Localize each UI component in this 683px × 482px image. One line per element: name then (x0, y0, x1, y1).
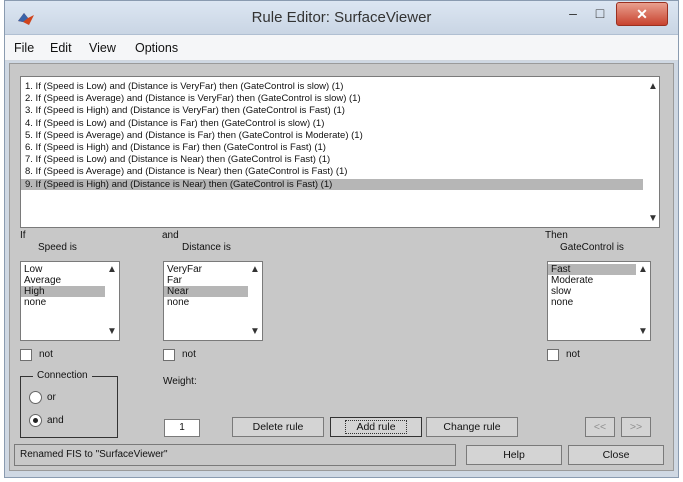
scroll-up-icon[interactable]: ▲ (638, 264, 648, 275)
gatecontrol-option[interactable]: slow (548, 286, 636, 297)
and-label: and (162, 230, 179, 241)
or-label: or (47, 392, 56, 403)
rule-item[interactable]: 3. If (Speed is High) and (Distance is V… (21, 105, 643, 116)
menu-file[interactable]: File (14, 41, 34, 55)
minimize-button[interactable]: – (560, 3, 586, 25)
speed-not-checkbox[interactable] (20, 349, 32, 361)
distance-option[interactable]: Far (164, 275, 248, 286)
gatecontrol-option[interactable]: none (548, 297, 636, 308)
speed-option[interactable]: none (21, 297, 105, 308)
scroll-up-icon[interactable]: ▲ (107, 264, 117, 275)
scroll-up-icon[interactable]: ▲ (648, 81, 658, 92)
next-rule-button[interactable]: >> (621, 417, 651, 437)
delete-rule-button[interactable]: Delete rule (232, 417, 324, 437)
gatecontrol-option[interactable]: Fast (548, 264, 636, 275)
scroll-down-icon[interactable]: ▼ (250, 326, 260, 337)
menu-edit[interactable]: Edit (50, 41, 72, 55)
gatecontrol-not-label: not (566, 349, 580, 360)
then-label: Then (545, 230, 568, 241)
rule-editor-window: Rule Editor: SurfaceViewer – □ ✕ File Ed… (4, 0, 679, 478)
scroll-down-icon[interactable]: ▼ (107, 326, 117, 337)
connection-title: Connection (33, 370, 92, 381)
rule-item[interactable]: 8. If (Speed is Average) and (Distance i… (21, 166, 643, 177)
menu-bar: File Edit View Options (5, 35, 678, 61)
connection-group: Connection or and (20, 370, 118, 438)
title-bar: Rule Editor: SurfaceViewer – □ ✕ (5, 1, 678, 35)
previous-rule-button[interactable]: << (585, 417, 615, 437)
rule-item[interactable]: 1. If (Speed is Low) and (Distance is Ve… (21, 81, 643, 92)
help-button[interactable]: Help (466, 445, 562, 465)
rule-item[interactable]: 6. If (Speed is High) and (Distance is F… (21, 142, 643, 153)
close-window-button[interactable]: ✕ (616, 2, 668, 26)
gatecontrol-not-checkbox[interactable] (547, 349, 559, 361)
speed-option[interactable]: High (21, 286, 105, 297)
close-button[interactable]: Close (568, 445, 664, 465)
or-radio[interactable] (29, 391, 42, 404)
distance-option[interactable]: VeryFar (164, 264, 248, 275)
distance-not-label: not (182, 349, 196, 360)
gatecontrol-listbox[interactable]: Fast Moderate slow none ▲ ▼ (547, 261, 651, 341)
speed-option[interactable]: Average (21, 275, 105, 286)
distance-label: Distance is (182, 242, 231, 253)
rule-editor-panel: 1. If (Speed is Low) and (Distance is Ve… (9, 63, 674, 471)
and-radio[interactable] (29, 414, 42, 427)
maximize-button[interactable]: □ (587, 3, 613, 25)
scroll-up-icon[interactable]: ▲ (250, 264, 260, 275)
rule-item[interactable]: 7. If (Speed is Low) and (Distance is Ne… (21, 154, 643, 165)
distance-option[interactable]: none (164, 297, 248, 308)
scroll-down-icon[interactable]: ▼ (648, 213, 658, 224)
rule-item[interactable]: 5. If (Speed is Average) and (Distance i… (21, 130, 643, 141)
weight-input[interactable]: 1 (164, 419, 200, 437)
change-rule-button[interactable]: Change rule (426, 417, 518, 437)
status-message: Renamed FIS to "SurfaceViewer" (14, 444, 456, 466)
add-rule-label: Add rule (345, 420, 407, 434)
and-radio-selected-icon (33, 418, 38, 423)
rule-item[interactable]: 9. If (Speed is High) and (Distance is N… (21, 178, 643, 190)
rule-item[interactable]: 2. If (Speed is Average) and (Distance i… (21, 93, 643, 104)
speed-label: Speed is (38, 242, 77, 253)
gatecontrol-label: GateControl is (560, 242, 624, 253)
add-rule-button[interactable]: Add rule (330, 417, 422, 437)
menu-options[interactable]: Options (135, 41, 178, 55)
distance-listbox[interactable]: VeryFar Far Near none ▲ ▼ (163, 261, 263, 341)
and-radio-label: and (47, 415, 64, 426)
speed-option[interactable]: Low (21, 264, 105, 275)
speed-listbox[interactable]: Low Average High none ▲ ▼ (20, 261, 120, 341)
rule-item[interactable]: 4. If (Speed is Low) and (Distance is Fa… (21, 118, 643, 129)
menu-view[interactable]: View (89, 41, 116, 55)
distance-not-checkbox[interactable] (163, 349, 175, 361)
distance-option[interactable]: Near (164, 286, 248, 297)
weight-label: Weight: (163, 376, 197, 387)
scroll-down-icon[interactable]: ▼ (638, 326, 648, 337)
gatecontrol-option[interactable]: Moderate (548, 275, 636, 286)
rules-list[interactable]: 1. If (Speed is Low) and (Distance is Ve… (20, 76, 660, 228)
speed-not-label: not (39, 349, 53, 360)
if-label: If (20, 230, 26, 241)
